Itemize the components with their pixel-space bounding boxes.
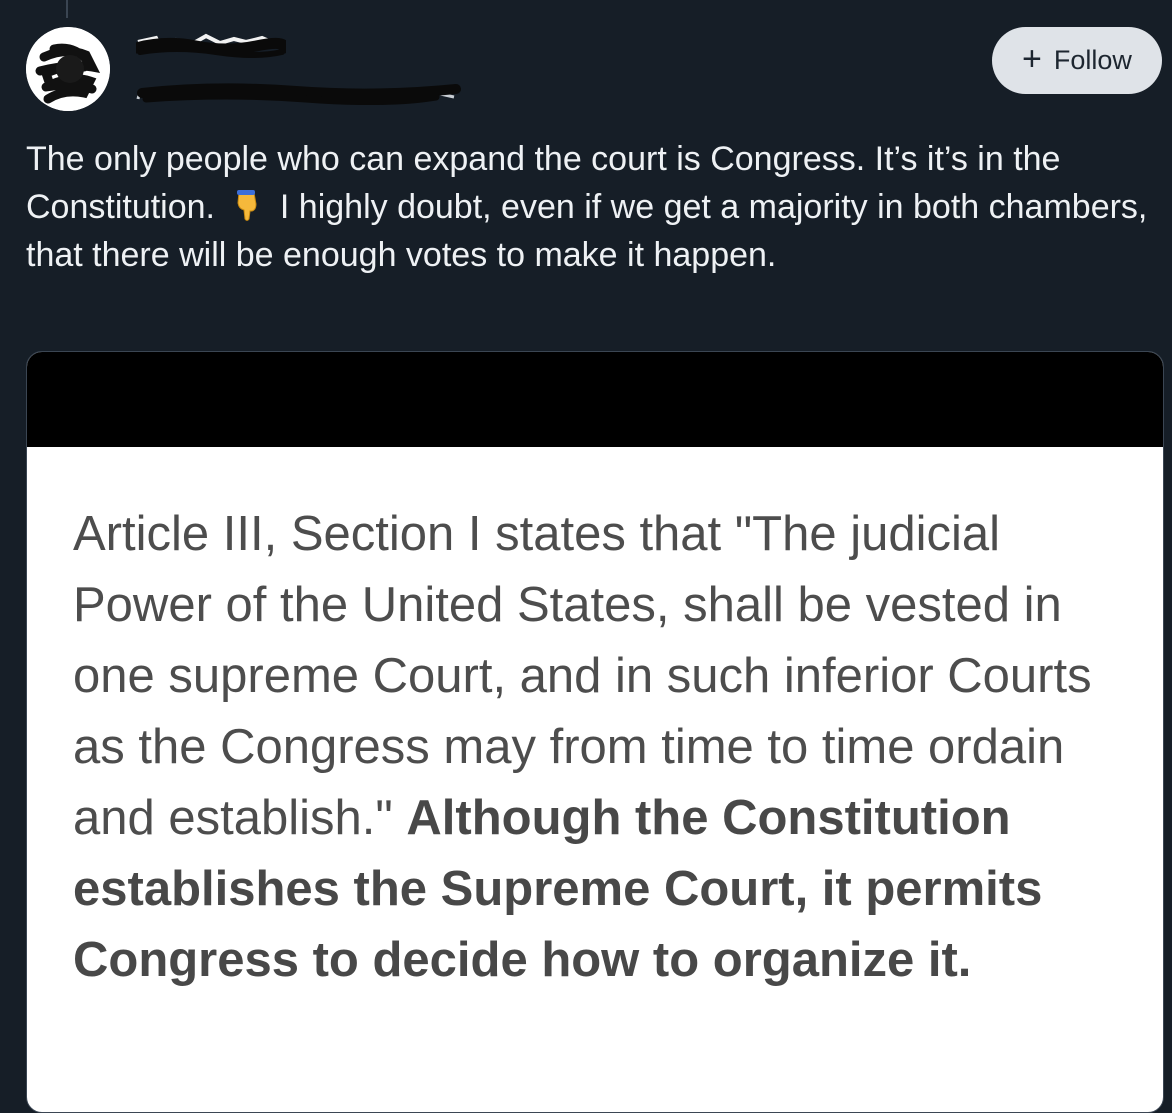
redaction-scribble [130,33,290,58]
follow-button[interactable]: + Follow [992,27,1162,94]
embedded-image[interactable]: Article III, Section I states that "The … [26,351,1164,1113]
backhand-index-pointing-down-icon [230,187,264,221]
thread-line [66,0,68,18]
embed-text: Article III, Section I states that "The … [27,447,1163,996]
post-text: The only people who can expand the court… [26,135,1156,279]
follow-label: Follow [1053,45,1132,75]
display-name-redacted[interactable] [130,30,290,58]
plus-icon: + [1022,40,1042,78]
handle-redacted[interactable] [136,79,461,106]
embed-header-bar [27,352,1163,447]
redaction-scribble [136,83,461,106]
avatar[interactable] [26,27,110,111]
avatar-redaction-scribble [26,27,110,111]
